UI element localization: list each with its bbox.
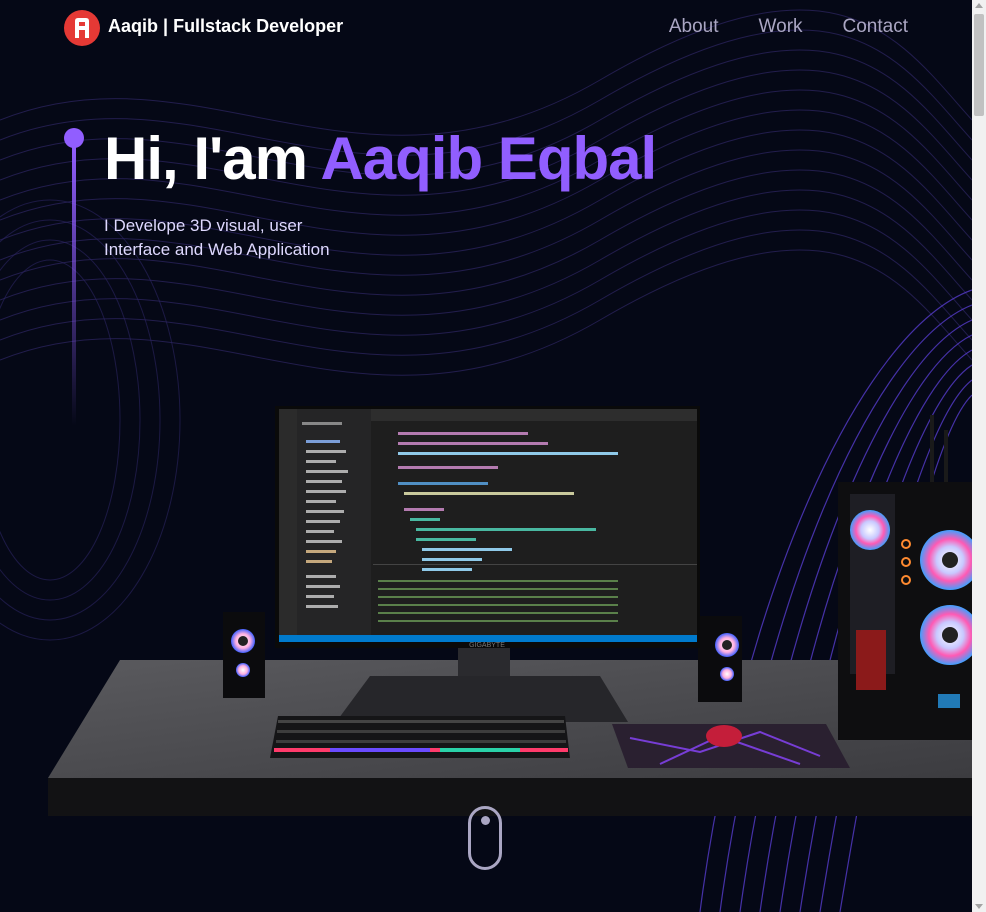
hero-greeting: Hi, I'am (104, 125, 308, 192)
scroll-dot (481, 816, 490, 825)
vertical-scrollbar[interactable] (972, 0, 986, 912)
keyboard (270, 716, 570, 758)
hero-subtitle-line1: I Develope 3D visual, user (104, 216, 303, 235)
monitor-brand-label: GIGABYTE (469, 642, 505, 649)
hero-title: Hi, I'am Aaqib Eqbal (104, 124, 657, 193)
scrollbar-thumb[interactable] (974, 14, 984, 116)
nav-links: About Work Contact (669, 16, 908, 38)
logo-icon[interactable] (64, 10, 100, 46)
brand-role: | Fullstack Developer (163, 16, 344, 36)
page: Aaqib | Fullstack Developer About Work C… (0, 0, 972, 912)
nav-link-about[interactable]: About (669, 16, 719, 38)
speaker-left (223, 612, 265, 698)
navbar: Aaqib | Fullstack Developer About Work C… (0, 0, 972, 56)
hero-name: Aaqib Eqbal (320, 125, 657, 192)
speaker-right (698, 616, 742, 702)
computer-3d-scene[interactable]: GIGABYTE (0, 380, 972, 820)
nav-link-work[interactable]: Work (759, 16, 803, 38)
brand-title[interactable]: Aaqib | Fullstack Developer (108, 16, 343, 37)
mouse-scroll-icon[interactable] (468, 806, 502, 870)
scroll-up-arrow-icon[interactable] (975, 3, 983, 8)
hero-subtitle: I Develope 3D visual, user Interface and… (104, 214, 384, 262)
nav-link-contact[interactable]: Contact (843, 16, 908, 38)
pc-tower (838, 415, 972, 740)
hero-subtitle-line2: Interface and Web Application (104, 240, 330, 259)
brand-name: Aaqib (108, 16, 159, 36)
monitor: GIGABYTE (275, 406, 700, 649)
mouse (706, 725, 742, 747)
scroll-down-arrow-icon[interactable] (975, 904, 983, 909)
monitor-stand (336, 646, 628, 722)
